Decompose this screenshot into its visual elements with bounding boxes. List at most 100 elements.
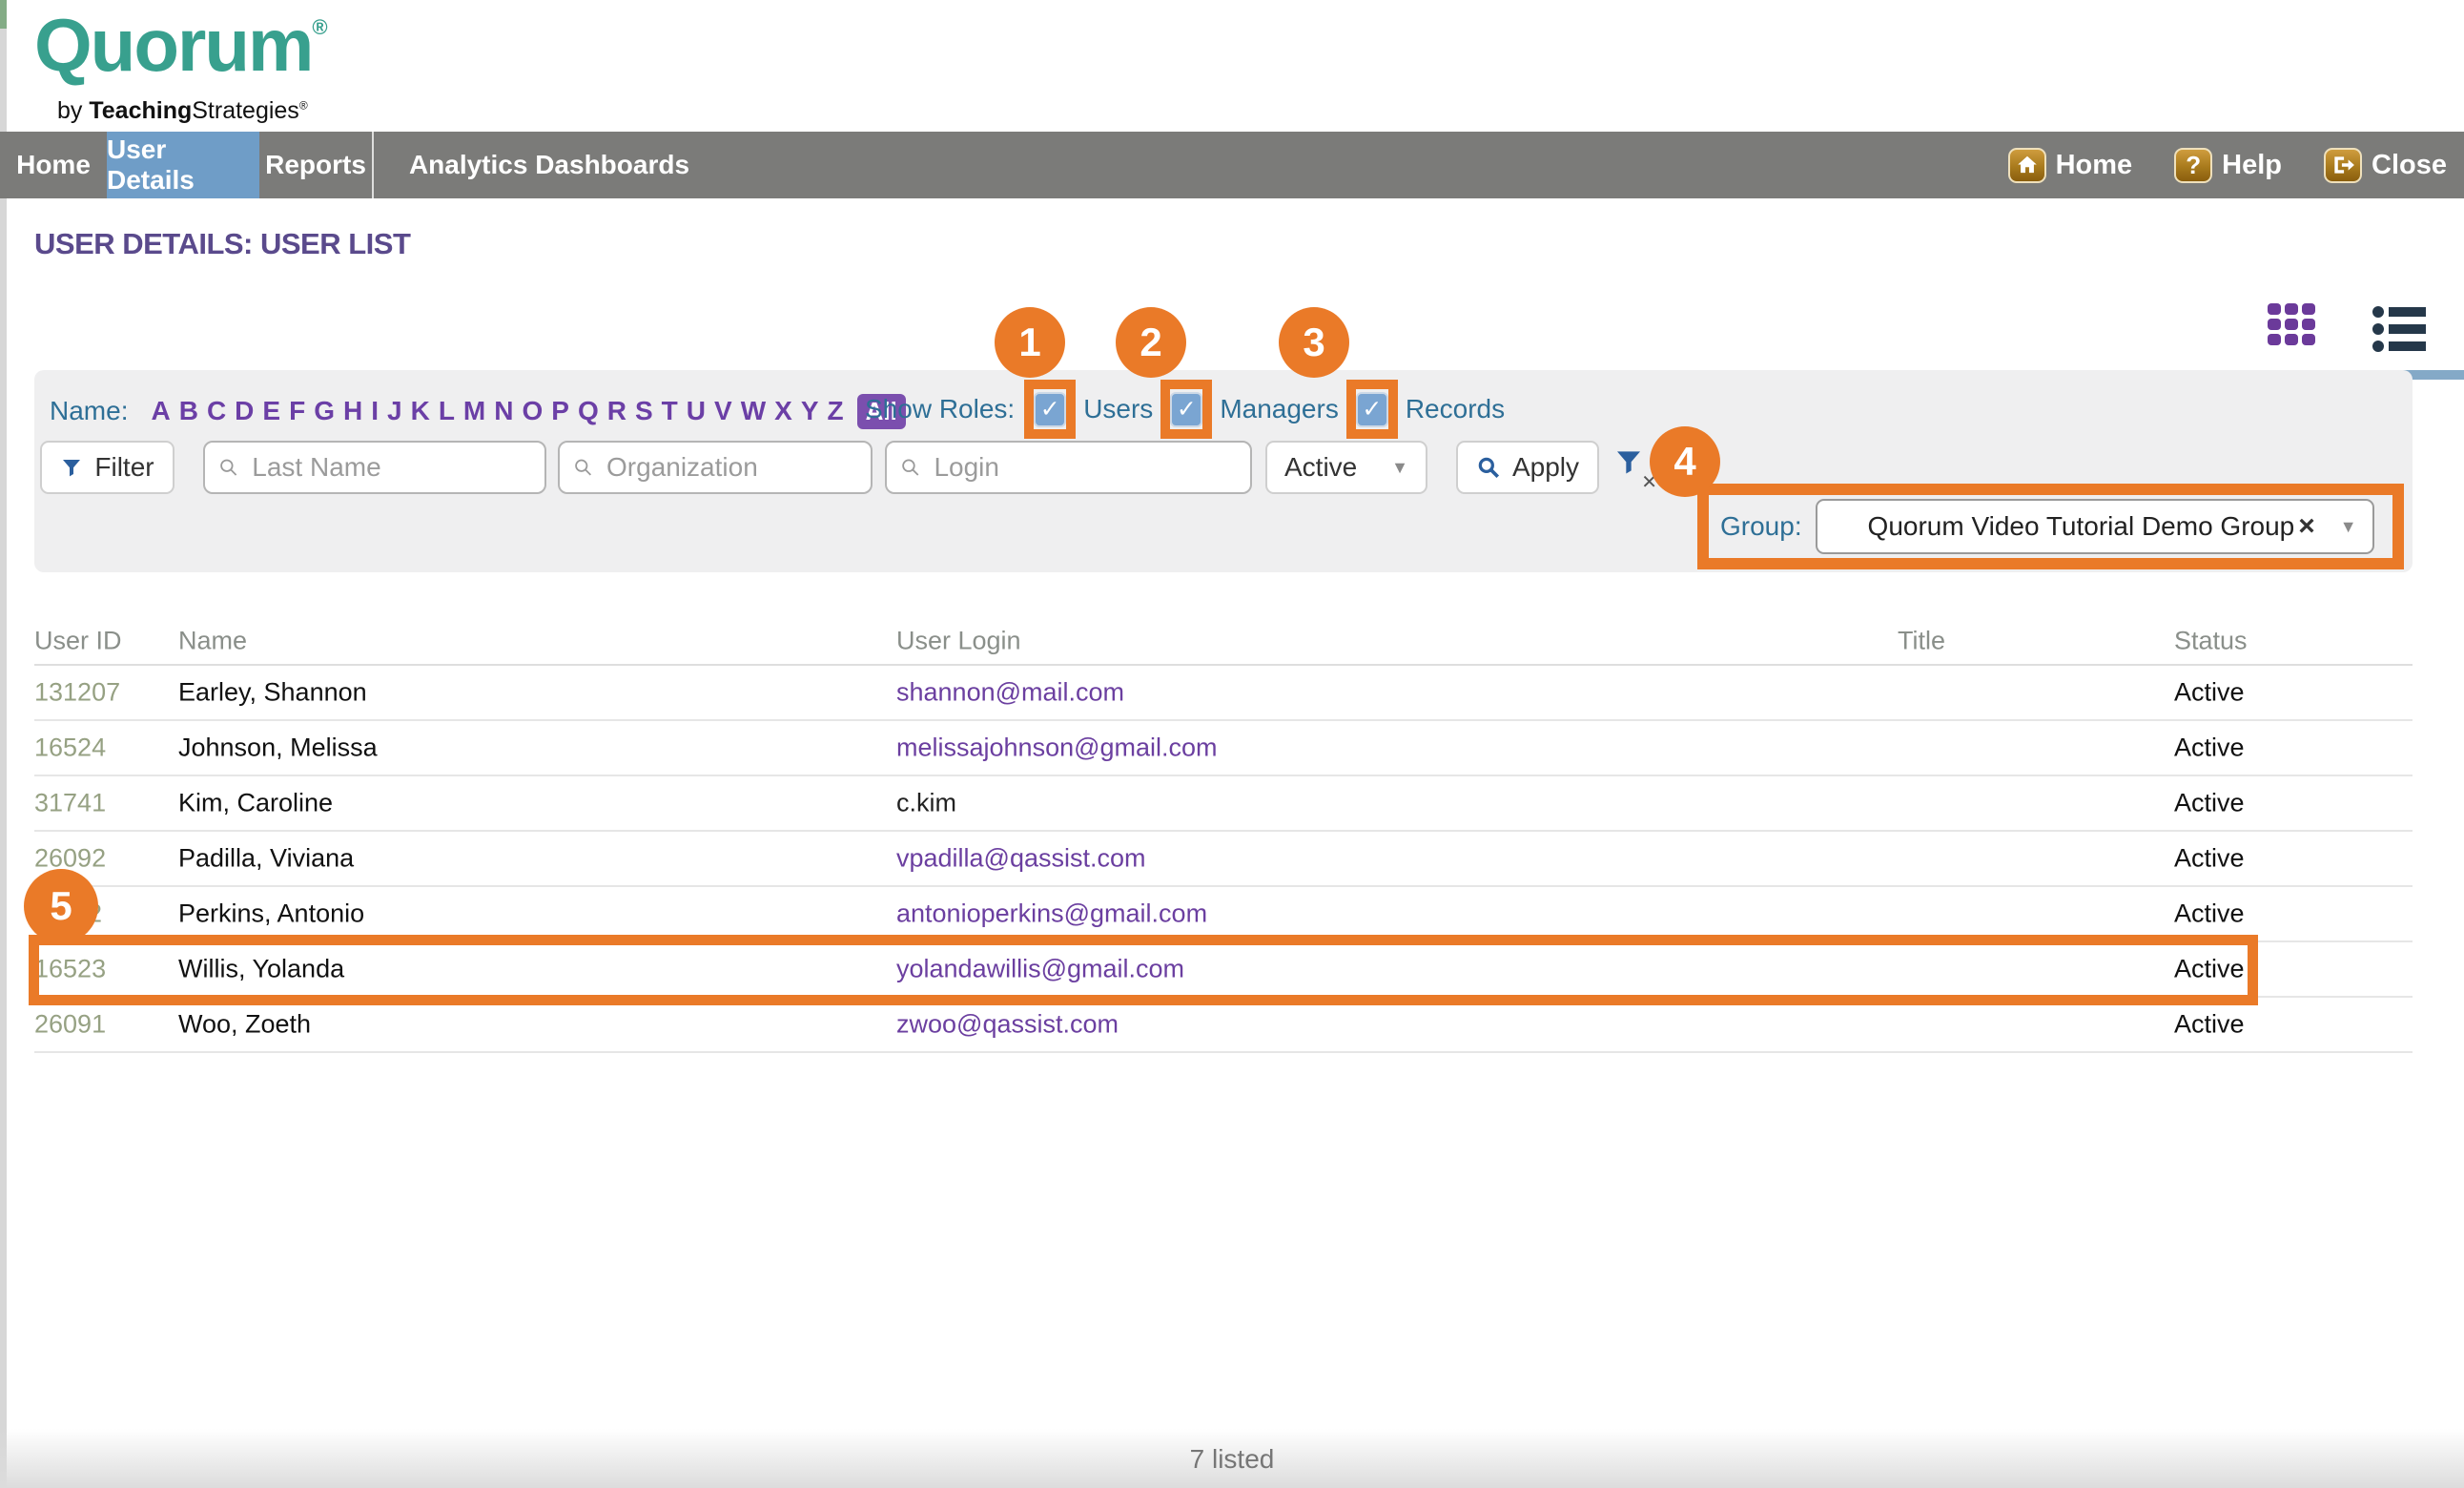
letter-link[interactable]: Q xyxy=(578,396,599,426)
letter-link[interactable]: D xyxy=(235,396,254,426)
tab-analytics-dashboards[interactable]: Analytics Dashboards xyxy=(374,132,725,198)
grid-view-icon[interactable] xyxy=(2268,303,2317,353)
grid-cell xyxy=(2268,334,2281,345)
nav-close-button[interactable]: Close xyxy=(2324,148,2447,183)
letter-link[interactable]: I xyxy=(371,396,379,426)
user-login-link[interactable]: shannon@mail.com xyxy=(896,678,1124,708)
letter-link[interactable]: J xyxy=(387,396,402,426)
user-id-link[interactable]: 16524 xyxy=(34,734,106,763)
records-checkbox[interactable]: ✓ xyxy=(1356,392,1388,427)
user-status: Active xyxy=(2174,678,2245,708)
letter-link[interactable]: F xyxy=(289,396,305,426)
list-count: 7 listed xyxy=(0,1444,2464,1475)
letter-link[interactable]: P xyxy=(551,396,569,426)
users-checkbox[interactable]: ✓ xyxy=(1034,392,1066,427)
table-row[interactable]: 31741 Kim, Caroline c.kim Active xyxy=(34,776,2413,832)
login-input[interactable] xyxy=(932,451,1237,484)
managers-checkbox-label: Managers xyxy=(1220,394,1339,424)
letter-link[interactable]: W xyxy=(741,396,766,426)
nav-help-button[interactable]: ? Help xyxy=(2174,148,2282,183)
letter-link[interactable]: U xyxy=(687,396,706,426)
window-edge-strip xyxy=(0,0,7,1488)
grid-cell xyxy=(2302,334,2315,345)
table-header-row: User ID Name User Login Title Status xyxy=(34,618,2413,666)
tab-reports[interactable]: Reports xyxy=(259,132,372,198)
organization-field xyxy=(558,441,873,494)
search-icon xyxy=(218,456,238,479)
letter-link[interactable]: N xyxy=(494,396,513,426)
letter-link[interactable]: H xyxy=(343,396,362,426)
letter-link[interactable]: Z xyxy=(828,396,844,426)
user-login: c.kim xyxy=(896,789,956,818)
letter-link[interactable]: O xyxy=(522,396,543,426)
grid-cell xyxy=(2302,319,2315,330)
brand-byline: by TeachingStrategies® xyxy=(57,97,308,125)
user-id-link[interactable]: 26092 xyxy=(34,844,106,874)
callout-badge-2: 2 xyxy=(1116,307,1186,378)
page: Quorum® by TeachingStrategies® Home User… xyxy=(0,0,2464,1488)
letter-link[interactable]: G xyxy=(314,396,335,426)
tab-user-details[interactable]: User Details xyxy=(107,132,259,198)
letter-link[interactable]: S xyxy=(635,396,653,426)
nav-home-button[interactable]: Home xyxy=(2008,148,2133,183)
user-id-link[interactable]: 131207 xyxy=(34,678,120,708)
user-id-link[interactable]: 31741 xyxy=(34,789,106,818)
user-name: Earley, Shannon xyxy=(178,678,367,708)
apply-button[interactable]: Apply xyxy=(1456,441,1599,494)
letter-link[interactable]: B xyxy=(179,396,198,426)
table-row[interactable]: 16524 Johnson, Melissa melissajohnson@gm… xyxy=(34,721,2413,776)
login-field xyxy=(885,441,1252,494)
table-row[interactable]: 2 Perkins, Antonio antonioperkins@gmail.… xyxy=(34,887,2413,942)
user-id-link[interactable]: 16523 xyxy=(34,955,106,984)
search-icon xyxy=(1476,455,1501,480)
user-login-link[interactable]: antonioperkins@gmail.com xyxy=(896,899,1207,929)
user-status: Active xyxy=(2174,734,2245,763)
name-label: Name: xyxy=(50,396,128,426)
callout-badge-3: 3 xyxy=(1279,307,1349,378)
letter-link[interactable]: K xyxy=(411,396,430,426)
byline-by: by xyxy=(57,97,89,124)
last-name-input[interactable] xyxy=(250,451,531,484)
group-dropdown[interactable]: Quorum Video Tutorial Demo Group × ▼ xyxy=(1816,499,2374,554)
letter-link[interactable]: T xyxy=(662,396,678,426)
organization-input[interactable] xyxy=(605,451,857,484)
status-dropdown[interactable]: Active ▼ xyxy=(1265,441,1427,494)
letter-link[interactable]: Y xyxy=(801,396,819,426)
letter-link[interactable]: L xyxy=(439,396,455,426)
table-row[interactable]: 26091 Woo, Zoeth zwoo@qassist.com Active xyxy=(34,998,2413,1053)
managers-checkbox[interactable]: ✓ xyxy=(1170,392,1202,427)
user-login-link[interactable]: melissajohnson@gmail.com xyxy=(896,734,1218,763)
group-remove-icon[interactable]: × xyxy=(2298,510,2315,543)
user-name: Woo, Zoeth xyxy=(178,1010,311,1040)
status-dropdown-value: Active xyxy=(1284,452,1357,483)
header-user-login: User Login xyxy=(896,627,1021,656)
user-login-link[interactable]: zwoo@qassist.com xyxy=(896,1010,1119,1040)
callout-badge-4: 4 xyxy=(1650,426,1720,497)
callout-outline-group: Group: Quorum Video Tutorial Demo Group … xyxy=(1697,484,2404,569)
user-status: Active xyxy=(2174,844,2245,874)
help-icon: ? xyxy=(2174,148,2212,183)
letter-link[interactable]: V xyxy=(714,396,732,426)
letter-link[interactable]: X xyxy=(774,396,792,426)
letter-link[interactable]: R xyxy=(607,396,626,426)
grid-cell xyxy=(2268,303,2281,315)
user-login-link[interactable]: yolandawillis@gmail.com xyxy=(896,955,1184,984)
table-row[interactable]: 26092 Padilla, Viviana vpadilla@qassist.… xyxy=(34,832,2413,887)
letter-link[interactable]: E xyxy=(262,396,280,426)
grid-cell xyxy=(2285,334,2298,345)
filter-button[interactable]: Filter xyxy=(40,441,175,494)
user-login-link[interactable]: vpadilla@qassist.com xyxy=(896,844,1146,874)
user-id-link[interactable]: 26091 xyxy=(34,1010,106,1040)
letter-link[interactable]: C xyxy=(207,396,226,426)
table-row[interactable]: 131207 Earley, Shannon shannon@mail.com … xyxy=(34,666,2413,721)
tab-home[interactable]: Home xyxy=(0,132,107,198)
filter-button-label: Filter xyxy=(94,452,154,483)
letter-link[interactable]: A xyxy=(151,396,170,426)
list-view-icon[interactable] xyxy=(2372,305,2426,353)
show-roles-row: Show Roles: ✓ Users ✓ Managers ✓ Records xyxy=(865,378,1512,441)
home-icon xyxy=(2008,148,2046,183)
table-row-highlighted[interactable]: 16523 Willis, Yolanda yolandawillis@gmai… xyxy=(34,942,2413,998)
user-status: Active xyxy=(2174,789,2245,818)
grid-cell xyxy=(2302,303,2315,315)
letter-link[interactable]: M xyxy=(463,396,485,426)
